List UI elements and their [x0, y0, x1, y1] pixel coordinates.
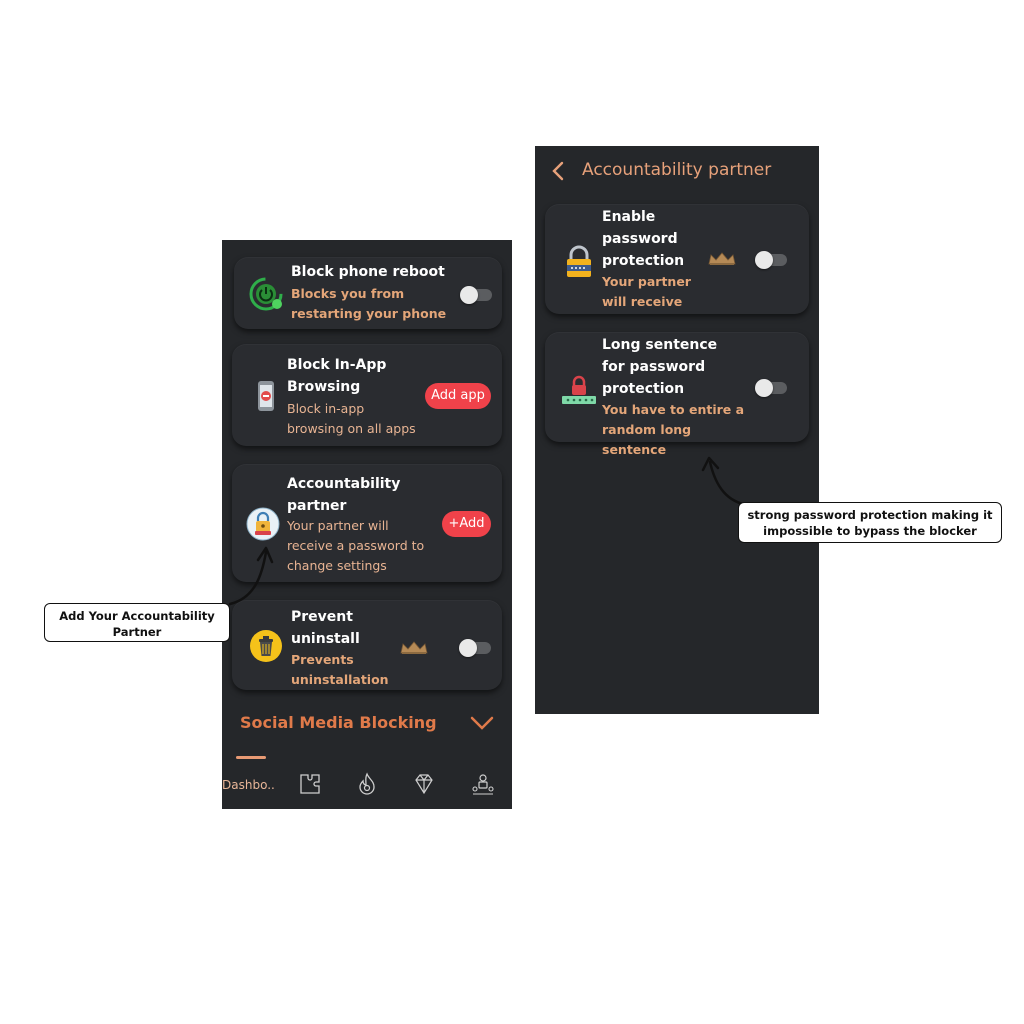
- left-callout-arrow: [228, 550, 268, 606]
- password-protection-callout: strong password protection making it imp…: [738, 502, 1002, 543]
- right-callout-arrow: [708, 460, 750, 507]
